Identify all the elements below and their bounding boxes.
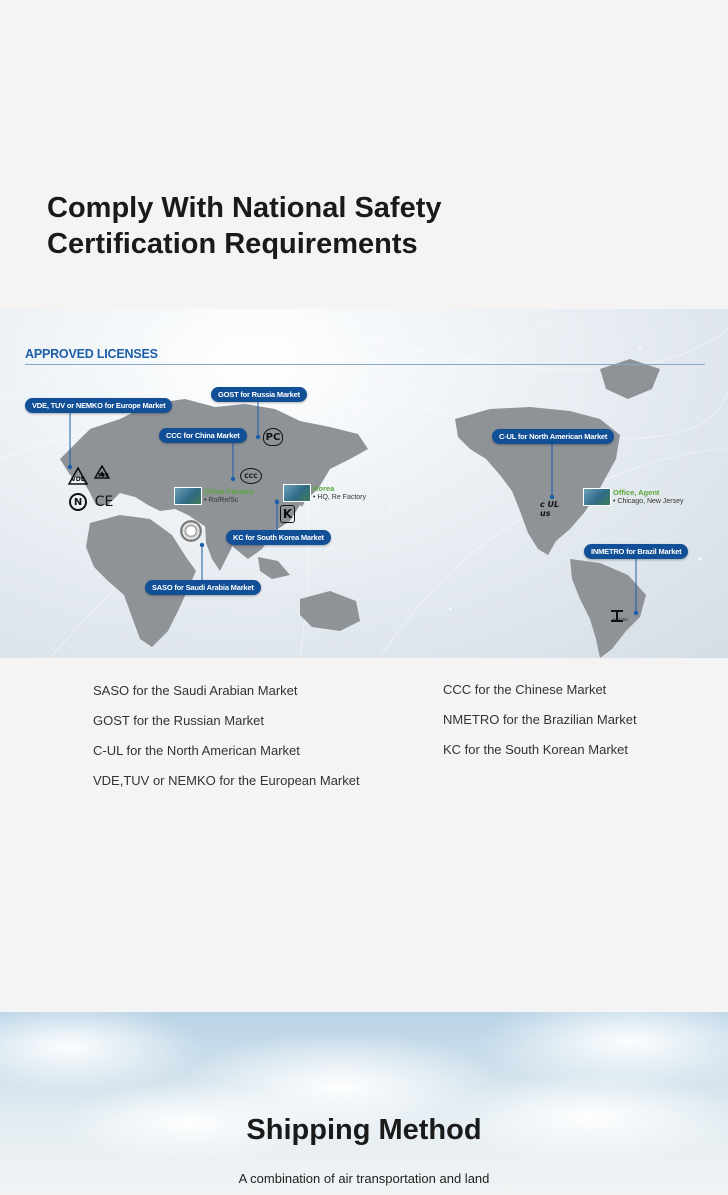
us-office-name: Office, Agent: [613, 488, 660, 497]
heading-divider: [25, 364, 705, 365]
kc-mark-icon: K: [280, 505, 295, 523]
shipping-title: Shipping Method: [246, 1114, 482, 1146]
korea-hq-image: [283, 484, 311, 502]
list-item: CCC for the Chinese Market: [443, 682, 607, 697]
tuv-mark-icon: TUV: [94, 465, 112, 487]
pill-china-market: CCC for China Market: [159, 428, 247, 443]
approved-licenses-heading: APPROVED LICENSES: [25, 347, 158, 361]
china-factory-name: China Factory: [204, 487, 255, 496]
page-title-line1: Comply With National Safety: [47, 192, 442, 224]
vde-mark-icon: VDE: [68, 467, 88, 485]
list-item: C-UL for the North American Market: [93, 743, 300, 758]
korea-detail: • HQ, Re Factory: [313, 494, 367, 501]
us-office-label: Office, Agent • Chicago, New Jersey: [613, 488, 684, 506]
korea-name: Korea: [313, 484, 335, 493]
korea-label: Korea • HQ, Re Factory: [313, 484, 366, 502]
china-factory-detail: • Ro/Re/Sc: [204, 497, 239, 504]
list-item: VDE,TUV or NEMKO for the European Market: [93, 773, 360, 788]
ccc-mark-icon: CCC: [240, 468, 262, 484]
shipping-section: Shipping Method A combination of air tra…: [0, 1012, 728, 1195]
cloud-decoration: [0, 1012, 200, 1092]
china-factory-label: China Factory • Ro/Re/Sc: [204, 487, 254, 505]
shipping-subtitle: A combination of air transportation and …: [238, 1171, 490, 1186]
china-factory-image: [174, 487, 202, 505]
pill-russia-market: GOST for Russia Market: [211, 387, 307, 402]
license-list-right: CCC for the Chinese Market NMETRO for th…: [443, 680, 637, 770]
list-item: NMETRO for the Brazilian Market: [443, 712, 637, 727]
pill-europe-market: VDE, TUV or NEMKO for Europe Market: [25, 398, 173, 413]
pill-saudi-market: SASO for Saudi Arabia Market: [145, 580, 261, 595]
inmetro-mark-icon: INMETRO: [609, 609, 631, 631]
pill-brazil-market: INMETRO for Brazil Market: [584, 544, 689, 559]
svg-text:VDE: VDE: [71, 476, 85, 483]
list-item: SASO for the Saudi Arabian Market: [93, 683, 298, 698]
nemko-mark-icon: N: [69, 493, 87, 511]
license-list-left: SASO for the Saudi Arabian Market GOST f…: [93, 681, 360, 801]
cul-mark-icon: c UL us: [540, 500, 560, 518]
pill-north-american-market: C-UL for North American Market: [492, 429, 615, 444]
page-title: Comply With National Safety Certificatio…: [47, 190, 687, 262]
ce-mark-icon: CE: [94, 494, 114, 510]
approved-licenses-map: APPROVED LICENSES VDE, TUV or NEMKO for …: [0, 309, 728, 658]
pill-south-korea-market: KC for South Korea Market: [226, 530, 331, 545]
list-item: GOST for the Russian Market: [93, 713, 264, 728]
us-office-image: [583, 488, 611, 506]
saso-mark-icon: [180, 520, 202, 542]
page-title-line2: Certification Requirements: [47, 228, 418, 260]
list-item: KC for the South Korean Market: [443, 742, 628, 757]
us-office-detail: • Chicago, New Jersey: [613, 498, 684, 505]
gost-mark-icon: PC: [263, 428, 283, 446]
